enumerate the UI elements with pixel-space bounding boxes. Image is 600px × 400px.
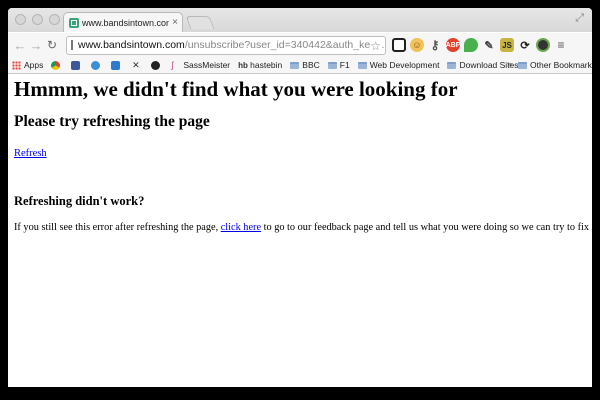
extension-refresh-icon[interactable]: ⟳: [518, 38, 532, 52]
page-content: Hmmm, we didn't find what you were looki…: [8, 77, 592, 233]
bandsintown-favicon-icon: [69, 17, 79, 28]
page-icon: [71, 40, 73, 50]
folder-icon: [327, 61, 337, 69]
help-text-prefix: If you still see this error after refres…: [14, 222, 221, 233]
tab-strip: www.bandsintown.com/un × ⤢: [8, 8, 592, 32]
folder-icon: [518, 61, 527, 69]
bookmark-bird[interactable]: [91, 60, 103, 70]
bird-icon: [91, 60, 101, 70]
bookmark-github[interactable]: [151, 60, 163, 70]
bookmark-tools[interactable]: ✕: [131, 59, 143, 70]
folder-icon: [357, 61, 367, 69]
bookmarks-overflow-icon[interactable]: »: [507, 59, 512, 69]
extension-square-icon[interactable]: [392, 38, 406, 52]
chrome-menu-icon[interactable]: ≡: [554, 38, 568, 52]
bookmark-chrome[interactable]: [51, 60, 63, 70]
url-host: www.bandsintown.com: [78, 39, 185, 51]
bookmark-star-icon[interactable]: ☆: [370, 38, 381, 53]
extension-js-icon[interactable]: JS: [500, 38, 514, 52]
new-tab-button[interactable]: [185, 16, 215, 29]
tab-active[interactable]: www.bandsintown.com/un ×: [63, 12, 183, 32]
address-bar[interactable]: www.bandsintown.com/unsubscribe?user_id=…: [66, 35, 386, 55]
bookmark-apps[interactable]: Apps: [12, 60, 43, 70]
tab-title: www.bandsintown.com/un: [82, 17, 169, 28]
extension-chat-icon[interactable]: [464, 38, 478, 52]
folder-icon: [447, 61, 457, 69]
chrome-icon: [51, 60, 61, 70]
adblock-icon[interactable]: ABP: [446, 38, 460, 52]
forward-button[interactable]: →: [28, 38, 44, 53]
hastebin-icon: hb: [238, 60, 248, 70]
extension-evernote-icon[interactable]: ✎: [482, 38, 496, 52]
window-controls: [15, 14, 60, 25]
box-icon: [111, 60, 121, 70]
tab-close-icon[interactable]: ×: [172, 17, 178, 28]
extension-key-icon[interactable]: ⚷: [428, 38, 442, 52]
facebook-icon: [71, 60, 81, 70]
bookmark-sassmeister[interactable]: ʃ SassMeister: [171, 60, 230, 70]
fallback-heading: Refreshing didn't work?: [14, 194, 145, 208]
back-button[interactable]: ←: [12, 38, 28, 53]
apps-grid-icon: [12, 60, 21, 70]
bookmark-hastebin[interactable]: hb hastebin: [238, 60, 282, 70]
reload-button[interactable]: ↻: [44, 38, 60, 52]
tools-icon: ✕: [132, 59, 140, 70]
folder-icon: [290, 61, 300, 69]
bookmark-facebook[interactable]: [71, 60, 83, 70]
help-text: If you still see this error after refres…: [14, 222, 592, 233]
feedback-link[interactable]: click here: [221, 222, 261, 233]
bookmark-folder-bbc[interactable]: BBC: [290, 60, 320, 70]
extension-face-icon[interactable]: ☺: [410, 38, 424, 52]
minimize-window-button[interactable]: [32, 14, 43, 25]
refresh-link[interactable]: Refresh: [14, 148, 47, 159]
fullscreen-icon[interactable]: ⤢: [575, 12, 584, 25]
url-path: /unsubscribe?user_id=340442&auth_key=...: [184, 39, 386, 51]
other-bookmarks-folder[interactable]: Other Bookmarks: [518, 60, 592, 70]
extension-icons: ☺ ⚷ ABP ✎ JS ⟳ ≡: [392, 38, 568, 52]
help-text-suffix: to go to our feedback page and tell us w…: [261, 222, 592, 233]
zoom-window-button[interactable]: [49, 14, 60, 25]
bookmark-folder-f1[interactable]: F1: [327, 60, 350, 70]
bookmarks-bar: Apps ✕ ʃ SassMeister hb hastebin BBC F1 We…: [8, 57, 592, 74]
page-subtitle: Please try refreshing the page: [14, 113, 210, 130]
extension-circle-icon[interactable]: [536, 38, 550, 52]
browser-window: www.bandsintown.com/un × ⤢ ← → ↻ www.ban…: [8, 8, 592, 387]
github-icon: [151, 60, 161, 70]
close-window-button[interactable]: [15, 14, 26, 25]
bookmark-folder-web-development[interactable]: Web Development: [357, 60, 439, 70]
sass-icon: ʃ: [171, 59, 174, 70]
page-title: Hmmm, we didn't find what you were looki…: [14, 77, 458, 101]
toolbar: ← → ↻ www.bandsintown.com/unsubscribe?us…: [8, 32, 592, 57]
bookmark-box[interactable]: [111, 60, 123, 70]
